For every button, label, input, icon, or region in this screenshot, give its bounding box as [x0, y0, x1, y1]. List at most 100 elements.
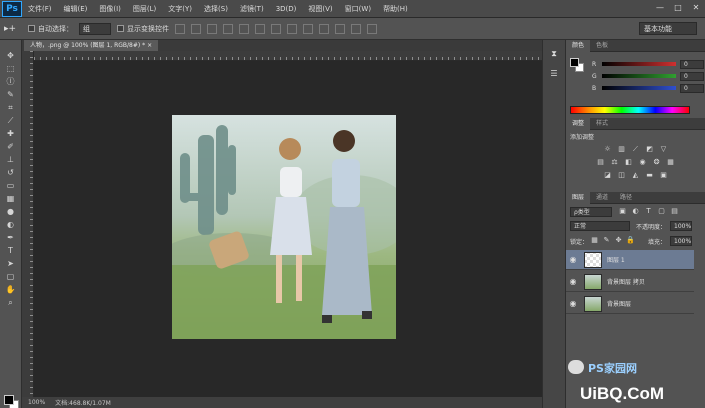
menu-select[interactable]: 选择(S): [198, 4, 234, 14]
slider-track[interactable]: [602, 74, 676, 78]
slider-track[interactable]: [602, 86, 676, 90]
eraser-icon[interactable]: ▭: [3, 180, 19, 191]
levels-icon[interactable]: ▥: [617, 145, 626, 154]
gradient-icon[interactable]: ▦: [3, 193, 19, 204]
opacity-field[interactable]: 100%: [670, 221, 692, 231]
shape-icon[interactable]: ▢: [3, 271, 19, 282]
menu-layer[interactable]: 图层(L): [127, 4, 162, 14]
distribute-hcenter-icon[interactable]: [335, 23, 345, 34]
layer-name[interactable]: 背景图层: [607, 299, 631, 308]
healing-icon[interactable]: ✚: [3, 128, 19, 139]
channel-mixer-icon[interactable]: ❂: [652, 158, 661, 167]
layer-filter-kind[interactable]: ρ类型: [570, 207, 612, 217]
align-hcenter-icon[interactable]: [239, 23, 249, 34]
color-swatches[interactable]: [4, 395, 20, 408]
minimize-icon[interactable]: —: [655, 3, 665, 13]
slider-track[interactable]: [602, 62, 676, 66]
document-tab[interactable]: 人物，.png @ 100% (图层 1, RGB/8#) * ×: [24, 40, 159, 51]
eye-icon[interactable]: ◉: [566, 299, 580, 308]
path-select-icon[interactable]: ➤: [3, 258, 19, 269]
gradient-map-icon[interactable]: ▬: [645, 171, 654, 180]
menu-type[interactable]: 文字(Y): [162, 4, 198, 14]
selective-color-icon[interactable]: ▣: [659, 171, 668, 180]
brightness-icon[interactable]: ☼: [603, 145, 612, 154]
channel-value[interactable]: 0: [680, 83, 704, 93]
filter-adjust-icon[interactable]: ◐: [631, 207, 640, 216]
layer-row[interactable]: ◉ 图层 1: [566, 250, 694, 270]
auto-select-dropdown[interactable]: 组: [79, 22, 111, 35]
filter-pixel-icon[interactable]: ▣: [618, 207, 627, 216]
filter-smart-icon[interactable]: ▤: [670, 207, 679, 216]
distribute-top-icon[interactable]: [271, 23, 281, 34]
crop-icon[interactable]: ⌗: [3, 102, 19, 113]
layer-row[interactable]: ◉ 背景图层: [566, 294, 694, 314]
history-brush-icon[interactable]: ↺: [3, 167, 19, 178]
hue-saturation-icon[interactable]: ▤: [596, 158, 605, 167]
blur-icon[interactable]: ●: [3, 206, 19, 217]
slider-b[interactable]: B 0: [592, 82, 704, 94]
align-right-icon[interactable]: [255, 23, 265, 34]
menu-view[interactable]: 视图(V): [302, 4, 338, 14]
distribute-bottom-icon[interactable]: [303, 23, 313, 34]
photo-filter-icon[interactable]: ◉: [638, 158, 647, 167]
exposure-icon[interactable]: ◩: [645, 145, 654, 154]
eye-icon[interactable]: ◉: [566, 277, 580, 286]
menu-window[interactable]: 窗口(W): [339, 4, 377, 14]
menu-file[interactable]: 文件(F): [22, 4, 58, 14]
invert-icon[interactable]: ◪: [603, 171, 612, 180]
properties-panel-icon[interactable]: ☰: [547, 68, 561, 80]
document-image[interactable]: [172, 115, 396, 339]
tab-color[interactable]: 颜色: [566, 39, 591, 52]
auto-select-checkbox[interactable]: 自动选择：: [28, 24, 73, 34]
dodge-icon[interactable]: ◐: [3, 219, 19, 230]
posterize-icon[interactable]: ◫: [617, 171, 626, 180]
workspace-dropdown[interactable]: 基本功能: [639, 22, 697, 35]
distribute-left-icon[interactable]: [319, 23, 329, 34]
foreground-color-swatch[interactable]: [4, 395, 14, 405]
fill-field[interactable]: 100%: [670, 236, 692, 246]
filter-type-icon[interactable]: T: [644, 207, 653, 216]
stamp-icon[interactable]: ⊥: [3, 154, 19, 165]
document-info[interactable]: 文档:468.8K/1.07M: [55, 398, 111, 407]
lock-transparent-icon[interactable]: ▦: [590, 236, 599, 245]
menu-help[interactable]: 帮助(H): [377, 4, 414, 14]
marquee-icon[interactable]: ⬚: [3, 63, 19, 74]
color-lookup-icon[interactable]: ▦: [666, 158, 675, 167]
blend-mode-dropdown[interactable]: 正常: [570, 221, 630, 231]
layer-row[interactable]: ◉ 背景图层 拷贝: [566, 272, 694, 292]
tab-styles[interactable]: 样式: [590, 118, 614, 130]
close-icon[interactable]: ✕: [691, 3, 701, 13]
lasso-icon[interactable]: ⓛ: [3, 76, 19, 87]
history-panel-icon[interactable]: ⧗: [547, 48, 561, 60]
tab-layers[interactable]: 图层: [566, 191, 591, 204]
move-icon[interactable]: ✥: [3, 50, 19, 61]
black-white-icon[interactable]: ◧: [624, 158, 633, 167]
tab-close-icon[interactable]: ×: [147, 42, 152, 49]
align-top-icon[interactable]: [175, 23, 185, 34]
channel-value[interactable]: 0: [680, 59, 704, 69]
menu-image[interactable]: 图像(I): [93, 4, 127, 14]
maximize-icon[interactable]: □: [673, 3, 683, 13]
filter-shape-icon[interactable]: ▢: [657, 207, 666, 216]
distribute-vcenter-icon[interactable]: [287, 23, 297, 34]
curves-icon[interactable]: ⟋: [631, 145, 640, 154]
zoom-level[interactable]: 100%: [28, 399, 45, 406]
color-balance-icon[interactable]: ⚖: [610, 158, 619, 167]
eye-icon[interactable]: ◉: [566, 255, 580, 264]
lock-image-icon[interactable]: ✎: [602, 236, 611, 245]
tab-paths[interactable]: 路径: [614, 192, 638, 204]
type-icon[interactable]: T: [3, 245, 19, 256]
hand-icon[interactable]: ✋: [3, 284, 19, 295]
distribute-right-icon[interactable]: [351, 23, 361, 34]
color-spectrum-bar[interactable]: [570, 106, 690, 114]
canvas-area[interactable]: [34, 61, 542, 397]
tab-channels[interactable]: 通道: [590, 192, 614, 204]
show-transform-checkbox[interactable]: 显示变换控件: [117, 24, 169, 34]
quick-select-icon[interactable]: ✎: [3, 89, 19, 100]
tab-adjustments[interactable]: 调整: [566, 117, 591, 130]
layer-name[interactable]: 背景图层 拷贝: [607, 277, 645, 286]
lock-all-icon[interactable]: 🔒: [626, 236, 635, 245]
foreground-color-swatch[interactable]: [570, 58, 579, 67]
color-panel-swatches[interactable]: [570, 58, 584, 72]
menu-edit[interactable]: 编辑(E): [58, 4, 94, 14]
